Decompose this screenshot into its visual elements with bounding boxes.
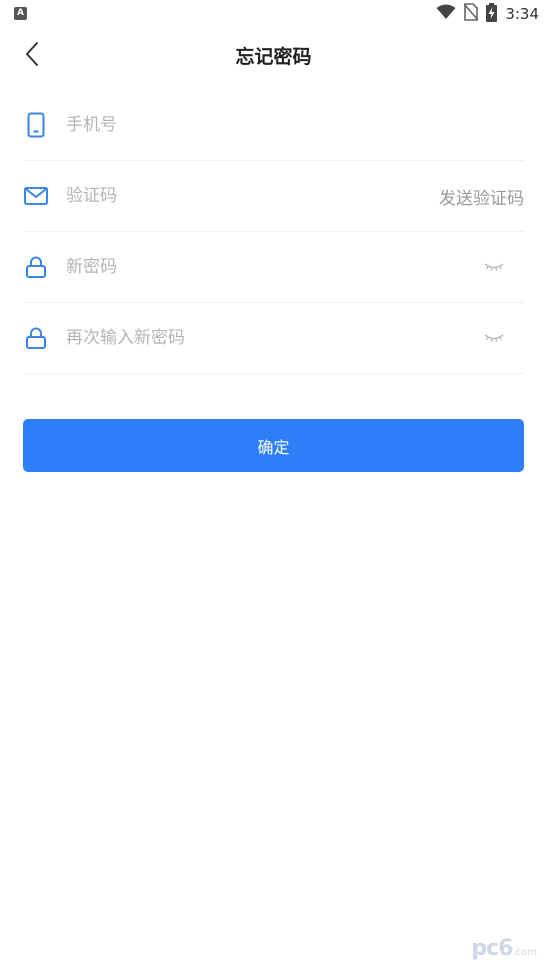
send-code-button[interactable]: 发送验证码 bbox=[439, 184, 524, 209]
lock-icon bbox=[24, 325, 48, 351]
phone-icon bbox=[24, 112, 48, 138]
reset-password-form: 发送验证码 bbox=[24, 90, 524, 374]
status-time: 3:34 bbox=[505, 5, 539, 23]
lock-icon bbox=[24, 254, 48, 280]
new-password-row bbox=[24, 232, 524, 303]
status-bar: A 3:34 bbox=[0, 0, 547, 28]
notification-app-icon: A bbox=[14, 7, 27, 20]
code-input[interactable] bbox=[66, 176, 439, 216]
watermark-logo: pc6.com bbox=[471, 936, 537, 961]
confirm-button[interactable]: 确定 bbox=[23, 419, 524, 472]
eye-closed-icon[interactable] bbox=[482, 259, 506, 275]
no-sim-icon bbox=[463, 3, 479, 25]
new-password-input[interactable] bbox=[66, 247, 482, 287]
watermark-text: pc6 bbox=[471, 936, 513, 961]
phone-row bbox=[24, 90, 524, 161]
battery-charging-icon bbox=[486, 2, 498, 26]
confirm-password-input[interactable] bbox=[66, 318, 482, 358]
eye-closed-icon[interactable] bbox=[482, 330, 506, 346]
mail-icon bbox=[24, 183, 48, 209]
header: 忘记密码 bbox=[0, 28, 547, 84]
status-icons: 3:34 bbox=[436, 2, 539, 26]
watermark-suffix: .com bbox=[512, 947, 537, 958]
code-row: 发送验证码 bbox=[24, 161, 524, 232]
page-title: 忘记密码 bbox=[235, 46, 312, 68]
wifi-icon bbox=[436, 4, 456, 24]
confirm-password-row bbox=[24, 303, 524, 374]
phone-input[interactable] bbox=[66, 105, 524, 145]
